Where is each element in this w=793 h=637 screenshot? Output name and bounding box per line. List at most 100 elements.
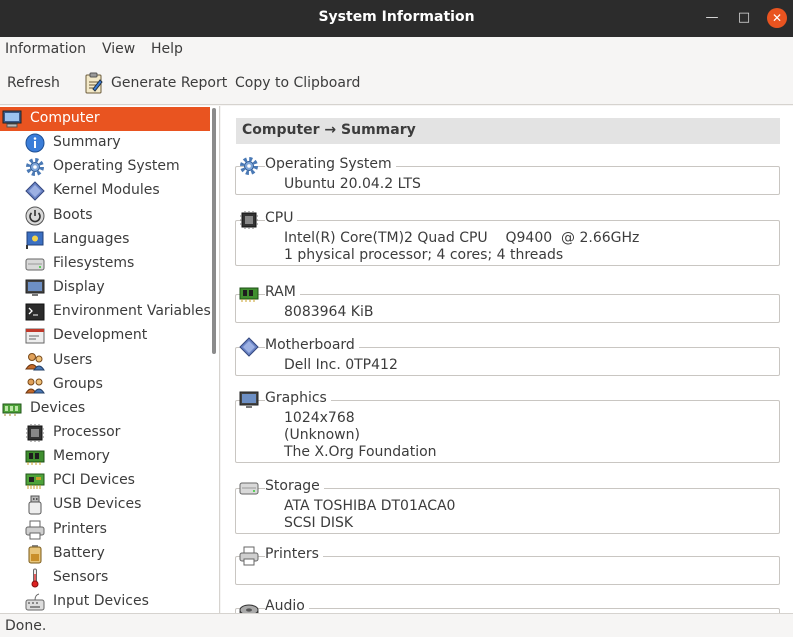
summary-header: Computer → Summary xyxy=(236,118,780,144)
audio-icon xyxy=(239,598,259,613)
sidebar-item-processor[interactable]: Processor xyxy=(0,421,210,445)
sidebar-item-filesystems[interactable]: Filesystems xyxy=(0,252,210,276)
sidebar-item-groups[interactable]: Groups xyxy=(0,373,210,397)
users-icon xyxy=(25,351,45,371)
sidebar-item-operating-system[interactable]: Operating System xyxy=(0,155,210,179)
devices-icon xyxy=(2,399,22,419)
group-title: Printers xyxy=(265,546,323,562)
copy-to-clipboard-button[interactable]: Copy to Clipboard xyxy=(235,75,360,91)
flag-icon xyxy=(25,230,45,250)
disk-icon xyxy=(25,254,45,274)
sidebar-item-languages[interactable]: Languages xyxy=(0,228,210,252)
menu-bar: Information View Help xyxy=(0,37,793,63)
input-device-icon xyxy=(25,592,45,612)
terminal-icon xyxy=(25,302,45,322)
disk-icon xyxy=(239,478,259,498)
sidebar-item-kernel-modules[interactable]: Kernel Modules xyxy=(0,179,210,203)
menu-help[interactable]: Help xyxy=(151,41,183,57)
sidebar-item-label: Computer xyxy=(30,110,100,126)
summary-group-storage: Storage ATA TOSHIBA DT01ACA0 SCSI DISK xyxy=(235,478,780,534)
sidebar-item-label: Summary xyxy=(53,134,121,151)
thermometer-icon xyxy=(25,568,45,588)
sidebar-item-label: Processor xyxy=(53,423,121,440)
summary-group-cpu: CPU Intel(R) Core(TM)2 Quad CPU Q9400 @ 2… xyxy=(235,210,780,266)
sidebar-item-label: Filesystems xyxy=(53,254,135,271)
group-title: Operating System xyxy=(265,156,396,172)
pci-icon xyxy=(25,471,45,491)
module-icon xyxy=(25,181,45,202)
summary-group-motherboard: Motherboard Dell Inc. 0TP412 xyxy=(235,337,780,376)
sidebar-scrollbar[interactable] xyxy=(212,108,216,354)
sidebar-item-label: Environment Variables xyxy=(53,303,211,320)
group-value: 1024x768 xyxy=(284,410,355,426)
sidebar-item-environment-variables[interactable]: Environment Variables xyxy=(0,300,211,324)
sidebar-item-label: Battery xyxy=(53,544,105,561)
status-text: Done. xyxy=(5,618,47,634)
groups-icon xyxy=(25,375,45,395)
maximize-button[interactable]: □ xyxy=(734,8,754,28)
module-icon xyxy=(239,337,259,357)
sidebar-item-label: PCI Devices xyxy=(53,472,135,489)
sidebar-item-label: Operating System xyxy=(53,158,180,175)
info-icon xyxy=(25,133,45,153)
memory-icon xyxy=(25,447,45,467)
sidebar-item-label: Boots xyxy=(53,206,93,223)
title-bar: System Information — □ ✕ xyxy=(0,0,793,37)
memory-icon xyxy=(239,284,259,304)
printer-icon xyxy=(239,546,259,566)
sidebar-item-label: USB Devices xyxy=(53,496,142,513)
sidebar-item-summary[interactable]: Summary xyxy=(0,131,210,155)
gear-icon xyxy=(239,156,259,176)
gear-icon xyxy=(25,157,45,177)
development-icon xyxy=(25,326,45,346)
refresh-button[interactable]: Refresh xyxy=(7,75,60,91)
group-title: Storage xyxy=(265,478,324,494)
group-title: CPU xyxy=(265,210,298,226)
menu-view[interactable]: View xyxy=(102,41,135,57)
sidebar-item-battery[interactable]: Battery xyxy=(0,542,210,566)
summary-group-printers: Printers xyxy=(235,546,780,585)
power-icon xyxy=(25,206,45,226)
printer-icon xyxy=(25,520,45,540)
group-value: Dell Inc. 0TP412 xyxy=(284,357,398,373)
sidebar-item-development[interactable]: Development xyxy=(0,324,210,348)
monitor-icon xyxy=(239,390,259,410)
sidebar-item-memory[interactable]: Memory xyxy=(0,445,210,469)
sidebar-item-printers[interactable]: Printers xyxy=(0,518,210,542)
group-title: RAM xyxy=(265,284,300,300)
report-icon[interactable] xyxy=(84,72,104,94)
toolbar: Refresh Generate Report Copy to Clipboar… xyxy=(0,63,793,105)
group-value: Ubuntu 20.04.2 LTS xyxy=(284,176,421,192)
group-value: 8083964 KiB xyxy=(284,304,374,320)
sidebar-item-usb-devices[interactable]: USB Devices xyxy=(0,493,210,517)
minimize-button[interactable]: — xyxy=(702,8,722,28)
summary-header-title: Computer → Summary xyxy=(242,122,416,138)
group-value: The X.Org Foundation xyxy=(284,444,437,460)
sidebar-item-computer[interactable]: Computer xyxy=(0,107,210,131)
sidebar-item-pci-devices[interactable]: PCI Devices xyxy=(0,469,210,493)
generate-report-button[interactable]: Generate Report xyxy=(111,75,227,91)
group-title: Audio xyxy=(265,598,309,613)
sidebar-item-label: Development xyxy=(53,327,148,344)
sidebar-item-label: Display xyxy=(53,279,105,296)
group-value: 1 physical processor; 4 cores; 4 threads xyxy=(284,247,564,263)
group-title: Motherboard xyxy=(265,337,359,353)
sidebar-item-label: Memory xyxy=(53,448,110,465)
group-value: SCSI DISK xyxy=(284,515,354,531)
summary-group-operating-system: Operating System Ubuntu 20.04.2 LTS xyxy=(235,156,780,195)
sidebar-item-users[interactable]: Users xyxy=(0,349,210,373)
sidebar-item-display[interactable]: Display xyxy=(0,276,210,300)
sidebar-item-label: Sensors xyxy=(53,568,109,585)
sidebar-item-devices[interactable]: Devices xyxy=(0,397,210,421)
monitor-icon xyxy=(25,278,45,298)
computer-icon xyxy=(2,109,22,129)
sidebar-item-input-devices[interactable]: Input Devices xyxy=(0,590,210,613)
processor-icon xyxy=(25,423,45,443)
summary-panel: Computer → Summary Operating System Ubunt… xyxy=(221,106,793,613)
close-button[interactable]: ✕ xyxy=(767,8,787,28)
sidebar-item-sensors[interactable]: Sensors xyxy=(0,566,210,590)
menu-information[interactable]: Information xyxy=(5,41,86,57)
sidebar-item-boots[interactable]: Boots xyxy=(0,204,210,228)
sidebar-item-label: Languages xyxy=(53,230,130,247)
sidebar-item-label: Users xyxy=(53,351,93,368)
